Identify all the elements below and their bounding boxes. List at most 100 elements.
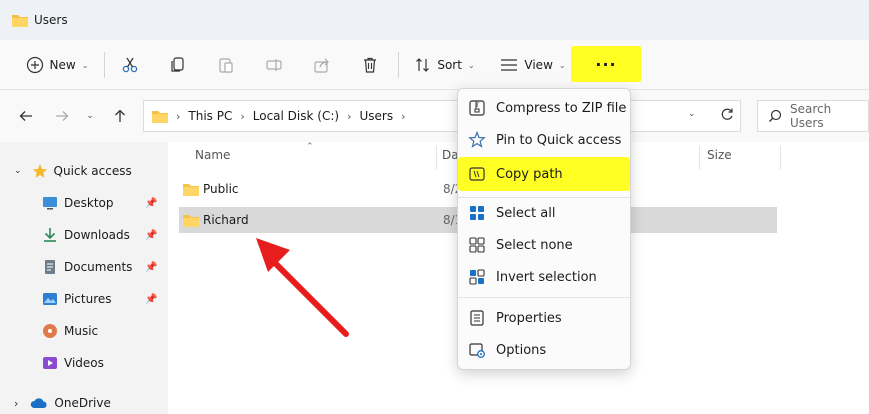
- zip-icon: [468, 99, 486, 117]
- menu-label: Properties: [496, 310, 562, 326]
- properties-icon: [468, 309, 486, 327]
- folder-icon: [152, 109, 168, 123]
- folder-icon: [12, 13, 28, 27]
- folder-icon: [183, 213, 199, 227]
- chevron-down-icon: ⌄: [86, 111, 94, 121]
- address-dropdown-button[interactable]: ⌄: [688, 109, 696, 119]
- refresh-icon: [721, 108, 733, 120]
- nav-item-downloads[interactable]: Downloads 📌: [0, 221, 168, 249]
- star-icon: [32, 163, 48, 179]
- forward-button[interactable]: [50, 104, 74, 128]
- cut-icon: [121, 56, 139, 74]
- desktop-icon: [42, 196, 58, 210]
- search-box[interactable]: Search Users: [757, 100, 869, 132]
- nav-item-music[interactable]: Music: [0, 317, 168, 345]
- column-divider[interactable]: [780, 146, 781, 170]
- invert-selection-icon: [468, 268, 486, 286]
- column-divider[interactable]: [436, 146, 437, 170]
- rename-icon: [265, 56, 283, 74]
- rename-button[interactable]: [260, 40, 288, 90]
- nav-item-onedrive[interactable]: › OneDrive: [0, 389, 168, 414]
- folder-icon: [183, 182, 199, 196]
- chevron-right-icon: ›: [14, 396, 19, 410]
- copy-icon: [169, 56, 187, 74]
- music-icon: [42, 323, 58, 339]
- chevron-right-icon: ›: [240, 109, 245, 123]
- documents-icon: [42, 259, 58, 275]
- sort-icon: [415, 57, 431, 73]
- menu-label: Pin to Quick access: [496, 132, 622, 148]
- breadcrumb-this-pc[interactable]: This PC: [188, 109, 232, 123]
- paste-button[interactable]: [212, 40, 240, 90]
- chevron-right-icon: ›: [401, 109, 406, 123]
- videos-icon: [42, 355, 58, 371]
- pin-icon[interactable]: 📌: [145, 262, 157, 273]
- menu-item-invert-selection[interactable]: Invert selection: [458, 261, 630, 293]
- up-button[interactable]: [108, 104, 132, 128]
- menu-label: Compress to ZIP file: [496, 100, 627, 116]
- new-button[interactable]: New ⌄: [22, 40, 92, 90]
- sort-button[interactable]: Sort ⌄: [410, 40, 480, 90]
- view-button[interactable]: View ⌄: [498, 40, 568, 90]
- back-button[interactable]: [14, 104, 38, 128]
- menu-label: Select all: [496, 205, 556, 221]
- view-icon: [500, 58, 518, 72]
- breadcrumb-users[interactable]: Users: [359, 109, 393, 123]
- cloud-icon: [30, 397, 48, 409]
- nav-label: Pictures: [64, 292, 112, 306]
- toolbar-divider: [398, 52, 399, 78]
- menu-label: Options: [496, 342, 547, 358]
- column-divider[interactable]: [699, 146, 700, 170]
- chevron-down-icon: ⌄: [558, 60, 566, 70]
- address-bar[interactable]: › This PC › Local Disk (C:) › Users › ⌄: [143, 100, 741, 132]
- nav-item-videos[interactable]: Videos: [0, 349, 168, 377]
- menu-item-properties[interactable]: Properties: [458, 302, 630, 334]
- column-header-size[interactable]: Size: [707, 148, 732, 170]
- delete-button[interactable]: [356, 40, 384, 90]
- star-icon: [468, 131, 486, 149]
- pin-icon[interactable]: 📌: [145, 230, 157, 241]
- select-none-icon: [468, 236, 486, 254]
- recent-locations-button[interactable]: ⌄: [80, 104, 100, 128]
- pin-icon[interactable]: 📌: [145, 294, 157, 305]
- new-icon: [26, 56, 44, 74]
- delete-icon: [361, 56, 379, 74]
- menu-item-select-all[interactable]: Select all: [458, 197, 630, 229]
- menu-item-pin-quick-access[interactable]: Pin to Quick access: [458, 124, 630, 156]
- options-icon: [468, 341, 486, 359]
- column-header-name[interactable]: Name: [195, 148, 230, 170]
- nav-item-pictures[interactable]: Pictures 📌: [0, 285, 168, 313]
- pin-icon[interactable]: 📌: [145, 198, 157, 209]
- nav-label: Videos: [64, 356, 104, 370]
- see-more-button[interactable]: ···: [571, 46, 641, 82]
- chevron-down-icon: ⌄: [14, 166, 22, 176]
- new-label: New: [49, 58, 76, 72]
- breadcrumb-local-disk[interactable]: Local Disk (C:): [253, 109, 339, 123]
- download-icon: [42, 227, 58, 243]
- command-bar: New ⌄ Sort ⌄ View ⌄ ···: [0, 40, 869, 90]
- view-label: View: [524, 58, 553, 72]
- refresh-button[interactable]: [720, 107, 734, 121]
- menu-item-copy-path[interactable]: Copy path: [458, 157, 630, 191]
- chevron-right-icon: ›: [176, 109, 181, 123]
- nav-item-desktop[interactable]: Desktop 📌: [0, 189, 168, 217]
- paste-icon: [217, 56, 235, 74]
- nav-label: Music: [64, 324, 99, 338]
- menu-item-compress-zip[interactable]: Compress to ZIP file: [458, 92, 630, 124]
- copy-button[interactable]: [164, 40, 192, 90]
- menu-label: Invert selection: [496, 269, 597, 285]
- menu-item-select-none[interactable]: Select none: [458, 229, 630, 261]
- window-title: Users: [34, 13, 68, 27]
- file-name: Richard: [203, 213, 249, 227]
- nav-item-documents[interactable]: Documents 📌: [0, 253, 168, 281]
- nav-item-quick-access[interactable]: ⌄ Quick access: [0, 157, 168, 185]
- sort-ascending-icon: ⌃: [306, 142, 314, 152]
- nav-label: Desktop: [64, 196, 114, 210]
- nav-label: Documents: [64, 260, 133, 274]
- menu-item-options[interactable]: Options: [458, 334, 630, 366]
- share-button[interactable]: [308, 40, 336, 90]
- search-placeholder: Search Users: [790, 102, 832, 130]
- pictures-icon: [42, 291, 58, 307]
- cut-button[interactable]: [116, 40, 144, 90]
- more-icon: ···: [595, 54, 617, 74]
